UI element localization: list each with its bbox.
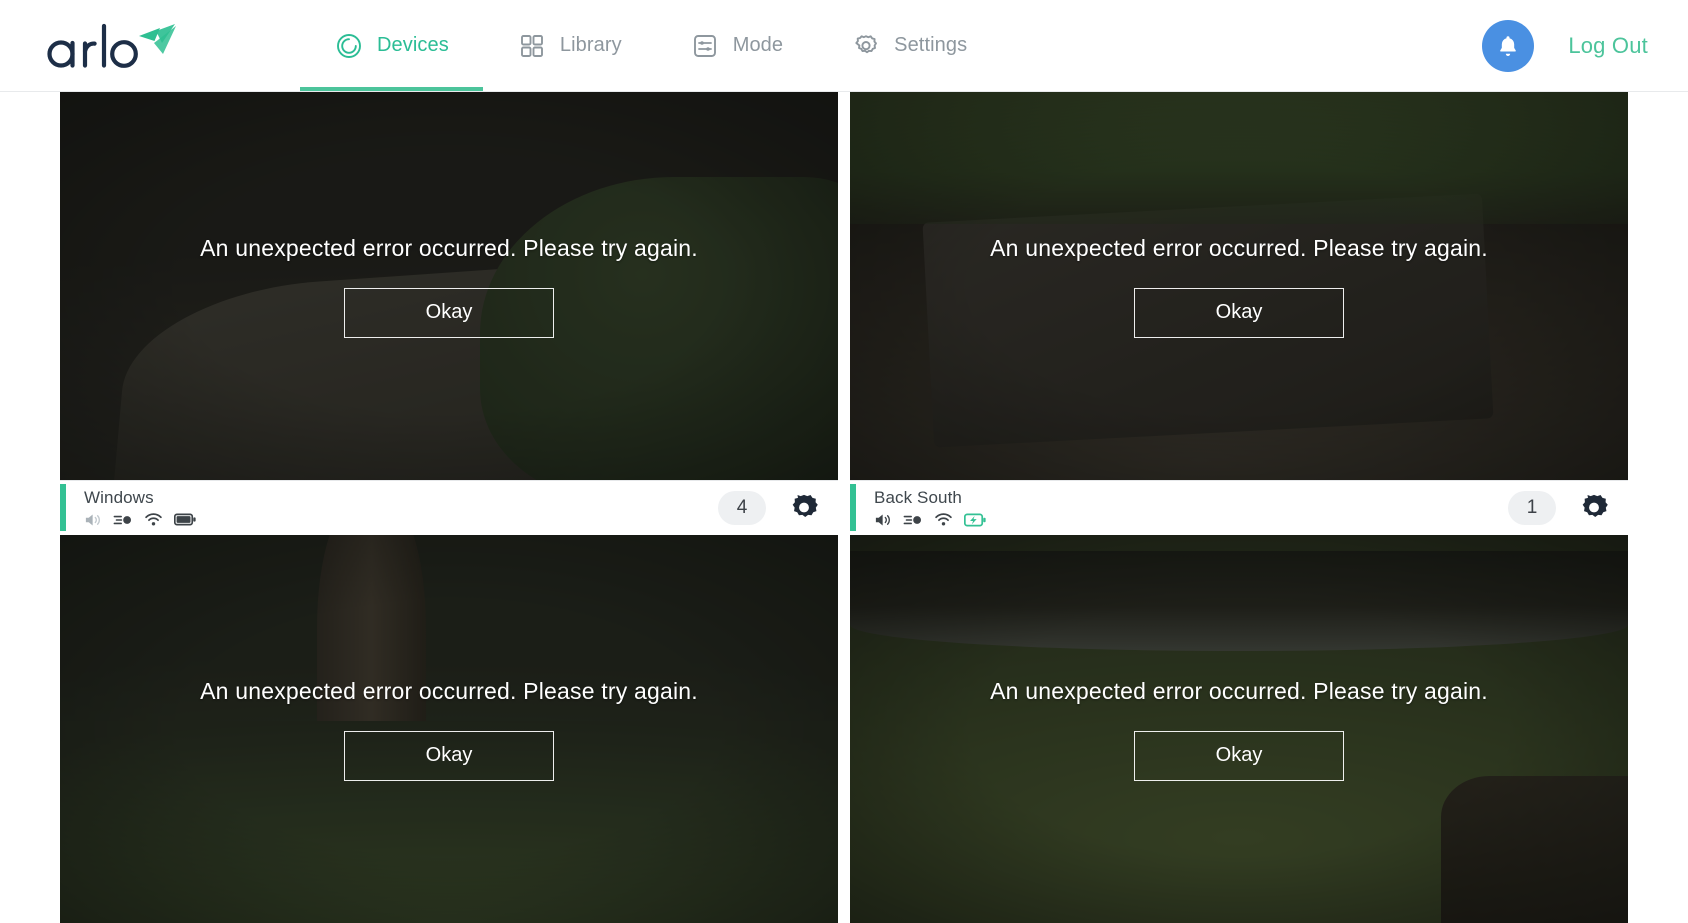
error-overlay-back-south: An unexpected error occurred. Please try… [850,535,1628,923]
arlo-logo[interactable] [0,20,300,72]
camera-feed-windows[interactable]: An unexpected error occurred. Please try… [60,535,838,923]
camera-name-windows: Windows [84,487,154,507]
camera-card-1: An unexpected error occurred. Please try… [60,92,838,480]
camera-feed-back-south[interactable]: An unexpected error occurred. Please try… [850,535,1628,923]
camera-settings-button-windows[interactable] [788,492,820,524]
motion-sensor-icon [903,513,923,527]
battery-charging-icon [964,513,986,527]
bell-icon [1500,35,1517,56]
nav-label-devices: Devices [377,34,449,56]
nav-label-mode: Mode [732,34,784,56]
gear-icon [792,494,818,517]
okay-button[interactable]: Okay [1134,730,1344,781]
camera-settings-button-back-south[interactable] [1578,492,1610,524]
status-accent-bar [850,484,856,531]
event-count-badge-back-south[interactable]: 1 [1508,490,1556,525]
error-overlay-1: An unexpected error occurred. Please try… [60,92,838,480]
devices-circle-icon [334,31,364,61]
main-navigation: Devices Library Mode Settings [300,0,1482,91]
camera-header-windows: Windows 4 [60,480,838,535]
camera-name-back-south: Back South [874,487,962,507]
status-icons-windows [84,512,196,528]
mode-sliders-icon [690,31,720,61]
nav-item-settings[interactable]: Settings [817,0,1001,91]
settings-gear-icon [851,31,881,61]
camera-grid: An unexpected error occurred. Please try… [60,92,1628,923]
app-header: Devices Library Mode Settings Log Out [0,0,1688,92]
error-message: An unexpected error occurred. Please try… [990,234,1488,261]
nav-item-devices[interactable]: Devices [300,0,483,91]
notifications-button[interactable] [1482,19,1535,72]
status-accent-bar [60,484,66,531]
error-overlay-2: An unexpected error occurred. Please try… [850,92,1628,480]
speaker-muted-icon [874,512,892,528]
okay-button[interactable]: Okay [344,287,554,338]
event-count-badge-windows[interactable]: 4 [718,490,766,525]
nav-item-library[interactable]: Library [483,0,656,91]
header-actions: Log Out [1482,19,1688,72]
gear-icon [1582,494,1608,517]
nav-label-library: Library [559,34,622,56]
motion-sensor-icon [113,513,133,527]
okay-button[interactable]: Okay [1134,287,1344,338]
arlo-bird-logo [47,23,176,68]
status-icons-back-south [874,512,986,528]
camera-card-windows: Windows 4 An unexpected error occurred. … [60,480,838,923]
error-message: An unexpected error occurred. Please try… [200,677,698,704]
okay-button[interactable]: Okay [344,730,554,781]
wifi-icon [144,512,163,527]
error-message: An unexpected error occurred. Please try… [990,677,1488,704]
wifi-icon [934,512,953,527]
battery-full-icon [174,513,196,526]
camera-feed-2[interactable]: An unexpected error occurred. Please try… [850,92,1628,480]
camera-card-2: An unexpected error occurred. Please try… [850,92,1628,480]
error-message: An unexpected error occurred. Please try… [200,234,698,261]
nav-item-mode[interactable]: Mode [656,0,817,91]
speaker-muted-icon [84,512,102,528]
library-grid-icon [517,31,547,61]
logout-button[interactable]: Log Out [1568,33,1648,59]
nav-label-settings: Settings [894,34,968,56]
camera-feed-1[interactable]: An unexpected error occurred. Please try… [60,92,838,480]
camera-card-back-south: Back South 1 An unexpected error occurre… [850,480,1628,923]
camera-header-back-south: Back South 1 [850,480,1628,535]
error-overlay-windows: An unexpected error occurred. Please try… [60,535,838,923]
